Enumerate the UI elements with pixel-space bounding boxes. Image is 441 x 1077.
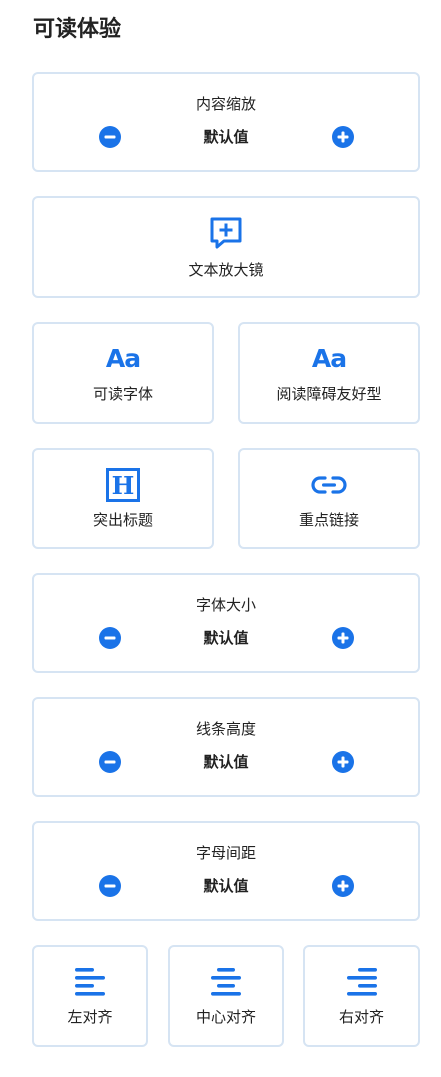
- link-icon: [310, 466, 348, 504]
- align-right-label: 右对齐: [338, 1008, 384, 1026]
- align-left-label: 左对齐: [67, 1008, 113, 1026]
- chat-plus-icon: [207, 214, 245, 252]
- font-aa-icon: Aa: [104, 340, 142, 378]
- font-size-control: 字体大小 默认值: [32, 573, 420, 673]
- font-size-value: 默认值: [203, 629, 249, 647]
- content-scale-value: 默认值: [203, 128, 249, 146]
- heading-h-icon: H: [104, 466, 142, 504]
- line-height-value: 默认值: [203, 753, 249, 771]
- highlight-links-label: 重点链接: [298, 511, 359, 529]
- align-center-label: 中心对齐: [195, 1008, 256, 1026]
- line-height-control: 线条高度 默认值: [32, 697, 420, 797]
- dyslexia-friendly-label: 阅读障碍友好型: [276, 385, 382, 403]
- dyslexia-font-glyph: Aa: [311, 344, 347, 373]
- align-right-icon: [343, 963, 381, 1001]
- highlight-titles-button[interactable]: H 突出标题: [32, 448, 214, 549]
- align-center-button[interactable]: 中心对齐: [168, 945, 284, 1047]
- highlight-links-button[interactable]: 重点链接: [238, 448, 420, 549]
- content-scale-label: 内容缩放: [195, 95, 256, 113]
- line-height-label: 线条高度: [195, 720, 256, 738]
- readable-font-label: 可读字体: [92, 385, 153, 403]
- align-left-icon: [71, 963, 109, 1001]
- readable-font-glyph: Aa: [105, 344, 141, 373]
- readable-font-button[interactable]: Aa 可读字体: [32, 322, 214, 424]
- page-title: 可读体验: [33, 17, 122, 42]
- letter-spacing-control: 字母间距 默认值: [32, 821, 420, 921]
- align-center-icon: [207, 963, 245, 1001]
- font-size-label: 字体大小: [195, 596, 256, 614]
- text-magnifier-label: 文本放大镜: [188, 261, 264, 279]
- dyslexia-friendly-button[interactable]: Aa 阅读障碍友好型: [238, 322, 420, 424]
- plus-circle-icon[interactable]: [332, 627, 354, 649]
- highlight-titles-label: 突出标题: [92, 511, 153, 529]
- plus-circle-icon[interactable]: [332, 875, 354, 897]
- align-left-button[interactable]: 左对齐: [32, 945, 148, 1047]
- plus-circle-icon[interactable]: [332, 126, 354, 148]
- content-scale-control: 内容缩放 默认值: [32, 72, 420, 172]
- letter-spacing-label: 字母间距: [195, 844, 256, 862]
- text-magnifier-button[interactable]: 文本放大镜: [32, 196, 420, 298]
- letter-spacing-value: 默认值: [203, 877, 249, 895]
- font-aa-bold-icon: Aa: [310, 340, 348, 378]
- plus-circle-icon[interactable]: [332, 751, 354, 773]
- highlight-titles-glyph: H: [112, 471, 135, 500]
- align-right-button[interactable]: 右对齐: [303, 945, 420, 1047]
